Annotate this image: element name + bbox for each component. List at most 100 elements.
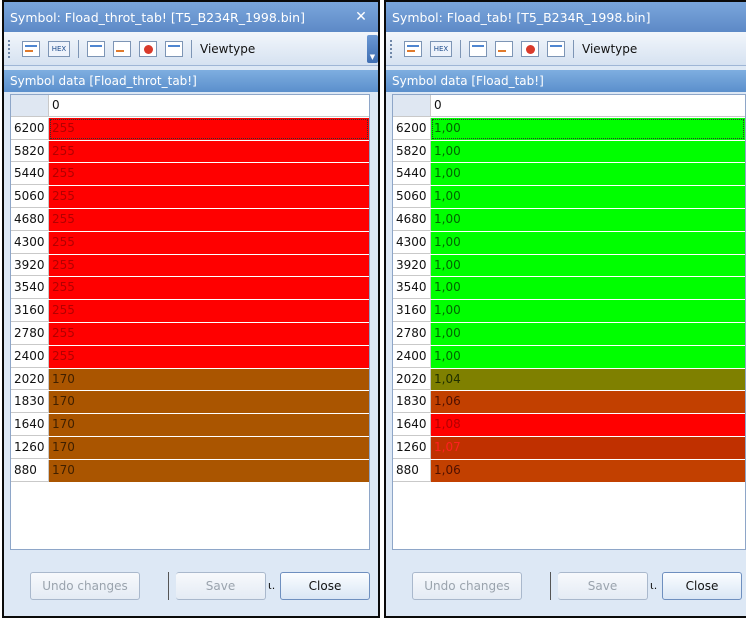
row-header[interactable]: 1260: [393, 436, 431, 459]
table-cell[interactable]: 1,04: [431, 368, 745, 391]
grid-corner: [393, 95, 431, 117]
toolbar-overflow-icon[interactable]: ▼: [367, 35, 378, 63]
table-cell[interactable]: 170: [49, 391, 369, 414]
row-header[interactable]: 3160: [11, 300, 49, 322]
table-row: 880 1,06: [393, 459, 745, 483]
row-header[interactable]: 2400: [393, 345, 431, 368]
row-header[interactable]: 5060: [393, 186, 431, 208]
table-cell[interactable]: 1,00: [431, 117, 745, 140]
row-header[interactable]: 880: [11, 459, 49, 482]
row-header[interactable]: 3920: [393, 254, 431, 277]
toolbar-grip[interactable]: [390, 39, 395, 58]
table-cell[interactable]: 1,00: [431, 208, 745, 231]
row-header[interactable]: 2780: [393, 322, 431, 345]
table-cell[interactable]: 1,00: [431, 186, 745, 208]
table-cell[interactable]: 170: [49, 459, 369, 482]
row-header[interactable]: 2020: [393, 368, 431, 391]
close-button[interactable]: Close: [662, 572, 742, 600]
graph-icon[interactable]: [469, 40, 487, 57]
table-cell[interactable]: 255: [49, 277, 369, 300]
table-cell[interactable]: 255: [49, 254, 369, 277]
table-cell[interactable]: 255: [49, 345, 369, 368]
table-cell[interactable]: 255: [49, 231, 369, 254]
delete-icon[interactable]: [521, 40, 539, 57]
row-header[interactable]: 5440: [393, 163, 431, 186]
hex-view-icon[interactable]: HEX: [430, 40, 452, 57]
table-cell[interactable]: 1,00: [431, 163, 745, 186]
row-header[interactable]: 5440: [11, 163, 49, 186]
symbol-data-grid[interactable]: 0 6200 255 5820 255 5440 255 5060 255 4680 255 430…: [10, 94, 370, 550]
table-cell[interactable]: 255: [49, 186, 369, 208]
row-header[interactable]: 3160: [393, 300, 431, 322]
symbol-data-grid[interactable]: 0 6200 1,00 5820 1,00 5440 1,00 5060 1,00 4680 1,…: [392, 94, 746, 550]
table-cell[interactable]: 1,00: [431, 300, 745, 322]
row-header[interactable]: 5820: [393, 140, 431, 163]
row-header[interactable]: 2020: [11, 368, 49, 391]
close-icon[interactable]: ✕: [354, 9, 368, 25]
table-cell[interactable]: 255: [49, 117, 369, 140]
title-bar[interactable]: Symbol: Fload_throt_tab! [T5_B234R_1998.…: [4, 2, 378, 32]
row-header[interactable]: 1260: [11, 436, 49, 459]
row-header[interactable]: 6200: [393, 117, 431, 140]
row-header[interactable]: 2400: [11, 345, 49, 368]
footer: Undo changes Save ɩ. Close: [386, 560, 746, 616]
viewtype-dropdown[interactable]: Viewtype: [582, 42, 637, 56]
delete-icon[interactable]: [139, 40, 157, 57]
row-header[interactable]: 3540: [393, 277, 431, 300]
row-header[interactable]: 1830: [393, 391, 431, 414]
table-cell[interactable]: 170: [49, 368, 369, 391]
row-header[interactable]: 3920: [11, 254, 49, 277]
viewtype-dropdown[interactable]: Viewtype: [200, 42, 255, 56]
row-header[interactable]: 1830: [11, 391, 49, 414]
row-header[interactable]: 880: [393, 459, 431, 482]
copy-icon[interactable]: [165, 40, 183, 57]
undo-changes-button[interactable]: Undo changes: [30, 572, 140, 600]
row-header[interactable]: 3540: [11, 277, 49, 300]
row-header[interactable]: 1640: [11, 414, 49, 436]
column-header[interactable]: 0: [431, 95, 745, 117]
hex-view-icon[interactable]: HEX: [48, 40, 70, 57]
row-header[interactable]: 6200: [11, 117, 49, 140]
table-cell[interactable]: 1,00: [431, 322, 745, 345]
close-button[interactable]: Close: [280, 572, 370, 600]
chart-view-icon[interactable]: [22, 40, 40, 57]
table-cell[interactable]: 170: [49, 414, 369, 436]
table-row: 3920 1,00: [393, 254, 745, 278]
row-header[interactable]: 1640: [393, 414, 431, 436]
table-cell[interactable]: 255: [49, 300, 369, 322]
table-cell[interactable]: 1,00: [431, 231, 745, 254]
table-cell[interactable]: 170: [49, 436, 369, 459]
row-header[interactable]: 4680: [11, 208, 49, 231]
toolbar-grip[interactable]: [8, 39, 13, 58]
table-cell[interactable]: 255: [49, 322, 369, 345]
undo-changes-button[interactable]: Undo changes: [412, 572, 522, 600]
button-fragment-text: ɩ.: [268, 579, 276, 592]
row-header[interactable]: 5820: [11, 140, 49, 163]
save-button[interactable]: Save: [558, 572, 648, 600]
table-cell[interactable]: 255: [49, 140, 369, 163]
graph-icon[interactable]: [87, 40, 105, 57]
chart-view-icon[interactable]: [404, 40, 422, 57]
table-cell[interactable]: 1,08: [431, 414, 745, 436]
copy-icon[interactable]: [547, 40, 565, 57]
row-header[interactable]: 4300: [393, 231, 431, 254]
row-header[interactable]: 4300: [11, 231, 49, 254]
table-cell[interactable]: 1,06: [431, 459, 745, 482]
window-icon[interactable]: [113, 40, 131, 57]
row-header[interactable]: 5060: [11, 186, 49, 208]
table-cell[interactable]: 1,00: [431, 140, 745, 163]
table-cell[interactable]: 1,00: [431, 254, 745, 277]
column-header[interactable]: 0: [49, 95, 369, 117]
table-cell[interactable]: 1,07: [431, 436, 745, 459]
window-icon[interactable]: [495, 40, 513, 57]
save-button[interactable]: Save: [176, 572, 266, 600]
table-cell[interactable]: 255: [49, 208, 369, 231]
row-header[interactable]: 2780: [11, 322, 49, 345]
title-bar[interactable]: Symbol: Fload_tab! [T5_B234R_1998.bin]: [386, 2, 746, 32]
table-cell[interactable]: 255: [49, 163, 369, 186]
grid-corner: [11, 95, 49, 117]
table-cell[interactable]: 1,00: [431, 277, 745, 300]
table-cell[interactable]: 1,06: [431, 391, 745, 414]
row-header[interactable]: 4680: [393, 208, 431, 231]
table-cell[interactable]: 1,00: [431, 345, 745, 368]
